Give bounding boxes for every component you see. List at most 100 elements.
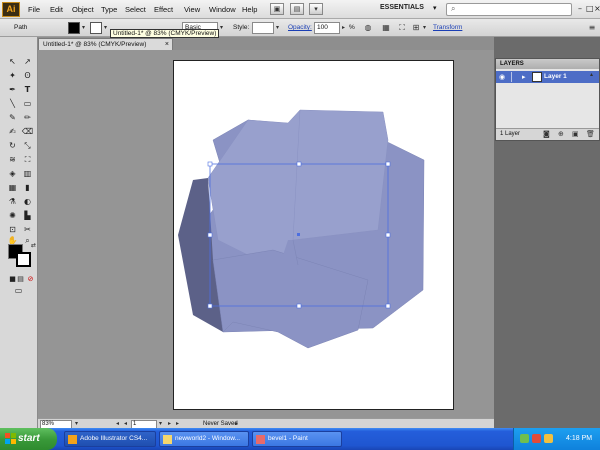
previous-page-icon[interactable]: ◂	[124, 420, 127, 427]
zoom-dropdown-icon[interactable]: ▾	[75, 420, 78, 427]
menu-window[interactable]: Window	[209, 5, 236, 14]
lock-toggle[interactable]	[511, 72, 519, 82]
isolate-group-icon[interactable]: ⛶	[396, 22, 408, 34]
search-box[interactable]: ⌕	[446, 3, 572, 16]
stroke-color-swatch[interactable]	[90, 22, 102, 34]
fill-dropdown-icon[interactable]: ▾	[82, 24, 85, 31]
menu-file[interactable]: File	[28, 5, 40, 14]
style-dropdown-icon[interactable]: ▾	[276, 24, 279, 31]
layer-row[interactable]: ◉ ▸ Layer 1	[496, 71, 599, 83]
perspective-grid-tool-icon[interactable]: ▥	[21, 168, 34, 180]
canvas-area[interactable]	[38, 50, 494, 418]
recolor-artwork-icon[interactable]: ◍	[362, 22, 374, 34]
first-page-icon[interactable]: ◂	[116, 420, 119, 427]
transform-link[interactable]: Transform	[433, 24, 462, 31]
menu-type[interactable]: Type	[101, 5, 117, 14]
rectangle-tool-icon[interactable]: ▭	[21, 98, 34, 110]
handle-top-center[interactable]	[296, 161, 302, 167]
menu-view[interactable]: View	[184, 5, 200, 14]
maximize-icon[interactable]: □	[586, 4, 594, 13]
line-tool-icon[interactable]: ╲	[6, 98, 19, 110]
search-input[interactable]	[461, 5, 569, 15]
handle-middle-right[interactable]	[385, 232, 391, 238]
fill-color-swatch[interactable]	[68, 22, 80, 34]
align-options-icon[interactable]: ▦	[380, 22, 392, 34]
opacity-input[interactable]: 100	[314, 22, 340, 34]
select-similar-icon[interactable]: ⊞	[410, 22, 422, 34]
opacity-label[interactable]: Opacity:	[288, 24, 312, 31]
pen-tool-icon[interactable]: ✒	[6, 84, 19, 96]
menu-select[interactable]: Select	[125, 5, 146, 14]
last-page-icon[interactable]: ▸	[176, 420, 179, 427]
eyedropper-tool-icon[interactable]: ⚗	[6, 196, 19, 208]
handle-top-right[interactable]	[385, 161, 391, 167]
handle-middle-left[interactable]	[207, 232, 213, 238]
close-tab-icon[interactable]: ×	[165, 39, 169, 50]
handle-bottom-center[interactable]	[296, 303, 302, 309]
lasso-tool-icon[interactable]: ʘ	[21, 70, 34, 82]
minimize-icon[interactable]: –	[578, 4, 582, 13]
task-paint[interactable]: bevel1 - Paint	[252, 431, 342, 447]
network-icon[interactable]	[520, 434, 529, 443]
menu-object[interactable]: Object	[72, 5, 94, 14]
blend-tool-icon[interactable]: ◐	[21, 196, 34, 208]
type-tool-icon[interactable]: T	[21, 84, 34, 96]
menu-edit[interactable]: Edit	[50, 5, 63, 14]
task-illustrator[interactable]: Adobe Illustrator CS4...	[64, 431, 156, 447]
bridge-icon[interactable]: ▣	[270, 3, 284, 15]
symbol-sprayer-tool-icon[interactable]: ✺	[6, 210, 19, 222]
free-transform-tool-icon[interactable]: ⛶	[21, 154, 34, 166]
column-graph-tool-icon[interactable]: ▙	[21, 210, 34, 222]
paintbrush-tool-icon[interactable]: ✎	[6, 112, 19, 124]
menu-help[interactable]: Help	[242, 5, 257, 14]
task-explorer[interactable]: newworld2 - Window...	[159, 431, 249, 447]
document-tab[interactable]: Untitled-1* @ 83% (CMYK/Preview) ×	[38, 38, 173, 50]
make-clipping-mask-icon[interactable]: ◙	[543, 130, 550, 138]
opacity-dropdown-icon[interactable]: ▸	[342, 24, 345, 31]
brush-dropdown-icon[interactable]: ▾	[220, 24, 223, 31]
scroll-up-icon[interactable]: ▴	[590, 71, 593, 78]
shape-builder-tool-icon[interactable]: ◈	[6, 168, 19, 180]
next-page-icon[interactable]: ▸	[168, 420, 171, 427]
menu-effect[interactable]: Effect	[154, 5, 173, 14]
delete-layer-icon[interactable]: 🗑	[586, 130, 595, 138]
stroke-color-box[interactable]	[16, 252, 31, 267]
rotate-tool-icon[interactable]: ↻	[6, 140, 19, 152]
workspace-switcher-icon[interactable]: ▾	[309, 3, 323, 15]
chevron-down-icon[interactable]: ▾	[433, 4, 437, 12]
selection-tool-icon[interactable]: ↖	[6, 56, 19, 68]
layers-panel-title[interactable]: LAYERS	[496, 59, 599, 69]
graphic-style-select[interactable]	[252, 22, 274, 34]
mesh-tool-icon[interactable]: ▦	[6, 182, 19, 194]
panel-menu-icon[interactable]: ≡	[586, 22, 598, 34]
layer-name[interactable]: Layer 1	[544, 73, 567, 80]
start-button[interactable]: start	[0, 428, 57, 450]
blob-brush-tool-icon[interactable]: ✍	[6, 126, 19, 138]
new-layer-icon[interactable]: ▣	[572, 130, 579, 138]
volume-icon[interactable]	[544, 434, 553, 443]
arrange-documents-icon[interactable]: ▤	[290, 3, 304, 15]
page-dropdown-icon[interactable]: ▾	[159, 420, 162, 427]
none-mode-icon[interactable]: ⊘	[24, 273, 37, 285]
select-similar-dropdown-icon[interactable]: ▾	[423, 24, 426, 31]
visibility-eye-icon[interactable]: ◉	[499, 73, 505, 81]
workspace-switcher[interactable]: ESSENTIALS	[380, 4, 424, 11]
handle-bottom-right[interactable]	[385, 303, 391, 309]
magic-wand-tool-icon[interactable]: ✦	[6, 70, 19, 82]
gradient-tool-icon[interactable]: ▮	[21, 182, 34, 194]
scale-tool-icon[interactable]: ⤡	[21, 140, 34, 152]
status-menu-icon[interactable]: ▸	[235, 420, 238, 427]
direct-selection-tool-icon[interactable]: ↗	[21, 56, 34, 68]
close-icon[interactable]: ×	[594, 4, 600, 13]
draw-mode-icon[interactable]: ▭	[12, 285, 25, 297]
security-icon[interactable]	[532, 434, 541, 443]
handle-top-left[interactable]	[207, 161, 213, 167]
stroke-dropdown-icon[interactable]: ▾	[104, 24, 107, 31]
artwork-canvas[interactable]	[38, 50, 494, 418]
pencil-tool-icon[interactable]: ✏	[21, 112, 34, 124]
eraser-tool-icon[interactable]: ⌫	[21, 126, 34, 138]
handle-bottom-left[interactable]	[207, 303, 213, 309]
expand-arrow-icon[interactable]: ▸	[522, 73, 526, 81]
warp-tool-icon[interactable]: ≋	[6, 154, 19, 166]
new-sublayer-icon[interactable]: ⊕	[558, 130, 564, 138]
